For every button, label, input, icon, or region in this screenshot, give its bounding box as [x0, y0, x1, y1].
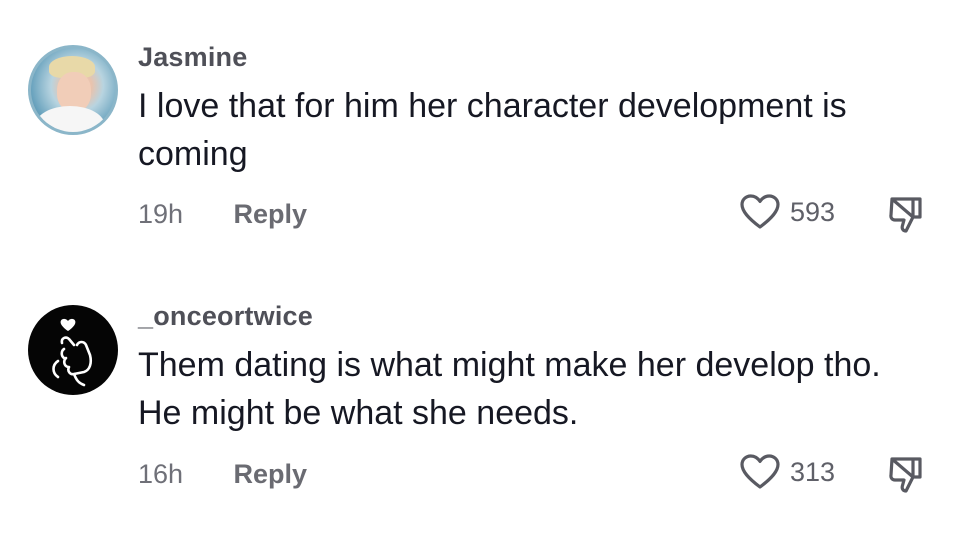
- username[interactable]: Jasmine: [138, 42, 247, 73]
- like-count: 593: [790, 196, 836, 227]
- avatar[interactable]: [28, 305, 118, 395]
- thumbs-down-icon: [889, 197, 922, 233]
- comment-text: I love that for him her character develo…: [138, 87, 847, 173]
- dislike-button[interactable]: [886, 195, 926, 240]
- avatar[interactable]: [28, 45, 118, 135]
- heart-icon: [740, 194, 780, 229]
- like-count: 313: [790, 456, 836, 487]
- comment-item: _onceortwice Them dating is what might m…: [0, 270, 960, 540]
- reply-button[interactable]: Reply: [234, 199, 308, 229]
- comment-item: Jasmine I love that for him her characte…: [0, 0, 960, 270]
- comment-meta: 16h Reply: [138, 459, 307, 490]
- comment-meta: 19h Reply: [138, 199, 307, 230]
- timestamp: 19h: [138, 199, 184, 229]
- like-button[interactable]: 313: [740, 454, 835, 490]
- comment-text: Them dating is what might make her devel…: [138, 346, 881, 432]
- finger-heart-hand-icon: [52, 318, 93, 387]
- dislike-button[interactable]: [886, 455, 926, 500]
- username[interactable]: _onceortwice: [138, 301, 313, 332]
- timestamp: 16h: [138, 459, 184, 489]
- reply-button[interactable]: Reply: [234, 459, 308, 489]
- like-button[interactable]: 593: [740, 194, 835, 230]
- thumbs-down-icon: [889, 457, 922, 493]
- heart-icon: [740, 454, 780, 489]
